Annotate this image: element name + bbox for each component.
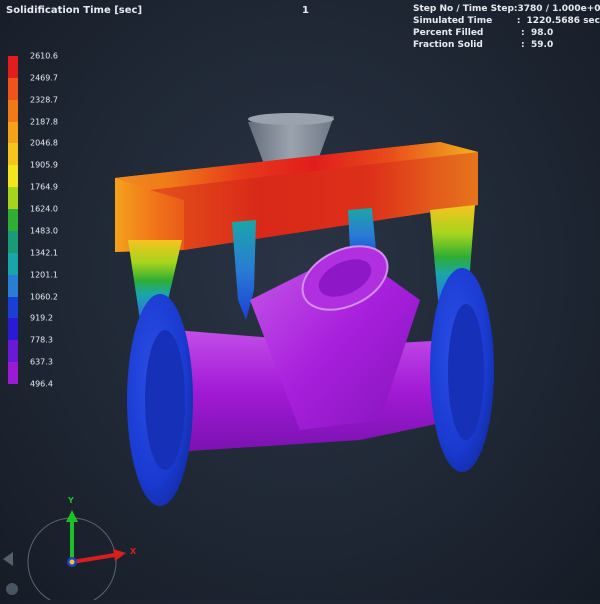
runner-bar [115,142,478,252]
nav-home-icon[interactable] [6,583,18,595]
triad-x-label: X [130,547,137,556]
valve-body [175,245,455,452]
triad-axes [27,510,126,604]
flange-left [127,294,193,506]
orientation-triad[interactable]: Y X [20,490,160,604]
triad-y-label: Y [68,496,74,505]
nav-back-arrow-icon[interactable] [3,552,13,566]
flange-right [430,268,494,472]
